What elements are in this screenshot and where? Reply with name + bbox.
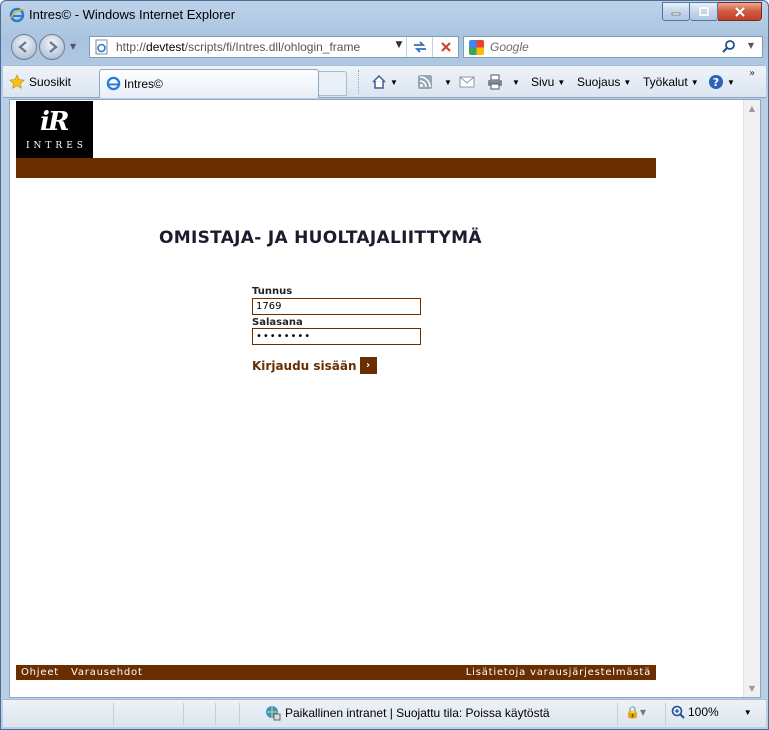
page-icon xyxy=(94,39,110,58)
navigation-bar: ▼ http://devtest/scripts/fi/Intres.dll/o… xyxy=(1,31,768,63)
title-bar: Intres© - Windows Internet Explorer xyxy=(1,1,768,29)
more-info-link[interactable]: Lisätietoja varausjärjestelmästä xyxy=(466,665,651,680)
status-divider xyxy=(215,703,216,725)
logo-mark: iR xyxy=(40,107,70,137)
status-divider xyxy=(113,703,114,725)
address-dropdown-icon[interactable]: ▼ xyxy=(392,40,406,54)
scroll-down-icon[interactable]: ▼ xyxy=(744,680,760,697)
status-divider xyxy=(239,703,240,725)
back-button[interactable] xyxy=(11,34,37,60)
forward-arrow-icon xyxy=(49,41,58,53)
favorites-button[interactable]: Suosikit xyxy=(9,70,71,94)
chevron-more-icon[interactable]: » xyxy=(749,68,755,79)
password-label: Salasana xyxy=(252,317,303,328)
minimize-icon xyxy=(671,12,681,15)
help-icon: ? xyxy=(709,75,723,89)
status-bar: Paikallinen intranet | Suojattu tila: Po… xyxy=(3,699,766,727)
browser-tab[interactable]: Intres© xyxy=(99,69,319,98)
mail-icon xyxy=(459,76,475,88)
tab-ie-icon xyxy=(106,76,121,94)
zoom-control[interactable]: 100% ▼ xyxy=(671,705,752,719)
terms-link[interactable]: Varausehdot xyxy=(71,665,143,680)
svg-text:?: ? xyxy=(713,76,719,89)
footer-bar: Ohjeet Varausehdot Lisätietoja varausjär… xyxy=(16,665,656,680)
close-icon xyxy=(734,6,745,17)
forward-button[interactable] xyxy=(39,34,65,60)
page-title: OMISTAJA- JA HUOLTAJALIITTYMÄ xyxy=(159,228,482,248)
close-window-button[interactable] xyxy=(718,2,762,21)
tools-menu[interactable]: Työkalut ▼ xyxy=(643,72,699,92)
chevron-right-icon: › xyxy=(359,357,377,374)
new-tab-button[interactable] xyxy=(319,71,347,96)
zoom-level: 100% xyxy=(688,705,719,719)
page-content: iR INTRES OMISTAJA- JA HUOLTAJALIITTYMÄ … xyxy=(9,99,761,698)
status-divider xyxy=(183,703,184,725)
google-icon xyxy=(469,40,484,55)
browser-window: Intres© - Windows Internet Explorer ▼ ht… xyxy=(0,0,769,730)
toolbar-separator xyxy=(358,70,359,94)
back-arrow-icon xyxy=(18,41,27,53)
username-field[interactable]: 1769 xyxy=(252,298,421,315)
history-dropdown-icon[interactable]: ▼ xyxy=(70,42,76,51)
feeds-button[interactable]: ▼ xyxy=(417,72,452,92)
page-menu-label: Sivu xyxy=(531,75,555,89)
zoom-dropdown-icon[interactable]: ▼ xyxy=(744,708,752,717)
print-button[interactable]: ▼ xyxy=(487,72,520,92)
search-box[interactable]: Google ▼ xyxy=(463,36,763,58)
command-bar: Suosikit Intres© ▼ ▼ ▼ Sivu ▼ Suojaus ▼ … xyxy=(3,65,766,98)
username-label: Tunnus xyxy=(252,286,293,297)
password-field[interactable]: •••••••• xyxy=(252,328,421,345)
search-dropdown-icon[interactable]: ▼ xyxy=(748,41,754,50)
rss-feed-icon xyxy=(418,75,432,89)
maximize-button[interactable] xyxy=(690,2,718,21)
search-input[interactable]: Google xyxy=(490,40,529,54)
tools-menu-label: Työkalut xyxy=(643,75,688,89)
status-divider xyxy=(617,703,618,725)
home-icon xyxy=(372,74,386,89)
safety-menu[interactable]: Suojaus ▼ xyxy=(577,72,631,92)
favorites-label: Suosikit xyxy=(29,75,72,89)
intres-logo: iR INTRES xyxy=(16,101,93,158)
window-title: Intres© - Windows Internet Explorer xyxy=(29,7,236,22)
login-label: Kirjaudu sisään xyxy=(252,358,357,373)
vertical-scrollbar[interactable]: ▲ ▼ xyxy=(743,100,760,697)
protected-mode-icon[interactable]: 🔒▾ xyxy=(625,705,646,719)
maximize-icon xyxy=(698,6,709,16)
url-text[interactable]: http://devtest/scripts/fi/Intres.dll/ohl… xyxy=(116,40,360,54)
logo-text: INTRES xyxy=(26,141,87,151)
stop-button[interactable] xyxy=(432,37,458,57)
refresh-button[interactable] xyxy=(406,37,432,57)
ie-logo-icon xyxy=(9,7,25,23)
status-divider xyxy=(665,703,666,725)
scroll-up-icon[interactable]: ▲ xyxy=(744,100,760,117)
page-menu[interactable]: Sivu ▼ xyxy=(531,72,565,92)
header-bar xyxy=(16,158,656,178)
address-bar[interactable]: http://devtest/scripts/fi/Intres.dll/ohl… xyxy=(89,36,459,58)
help-button[interactable]: ? ▼ xyxy=(708,72,735,92)
home-button[interactable]: ▼ xyxy=(371,72,398,92)
help-link[interactable]: Ohjeet xyxy=(21,665,59,680)
read-mail-button[interactable] xyxy=(459,72,475,92)
refresh-icon xyxy=(413,41,426,53)
printer-icon xyxy=(488,74,502,90)
security-zone[interactable]: Paikallinen intranet | Suojattu tila: Po… xyxy=(265,705,550,721)
zoom-icon xyxy=(671,705,685,719)
search-icon[interactable] xyxy=(722,39,736,57)
stop-icon xyxy=(440,42,451,52)
intranet-globe-icon xyxy=(266,706,281,721)
minimize-button[interactable] xyxy=(662,2,690,21)
zone-text: Paikallinen intranet | Suojattu tila: Po… xyxy=(285,706,550,720)
star-icon xyxy=(9,74,25,89)
tab-title: Intres© xyxy=(124,77,163,91)
login-button[interactable]: Kirjaudu sisään › xyxy=(252,357,377,374)
safety-menu-label: Suojaus xyxy=(577,75,621,89)
